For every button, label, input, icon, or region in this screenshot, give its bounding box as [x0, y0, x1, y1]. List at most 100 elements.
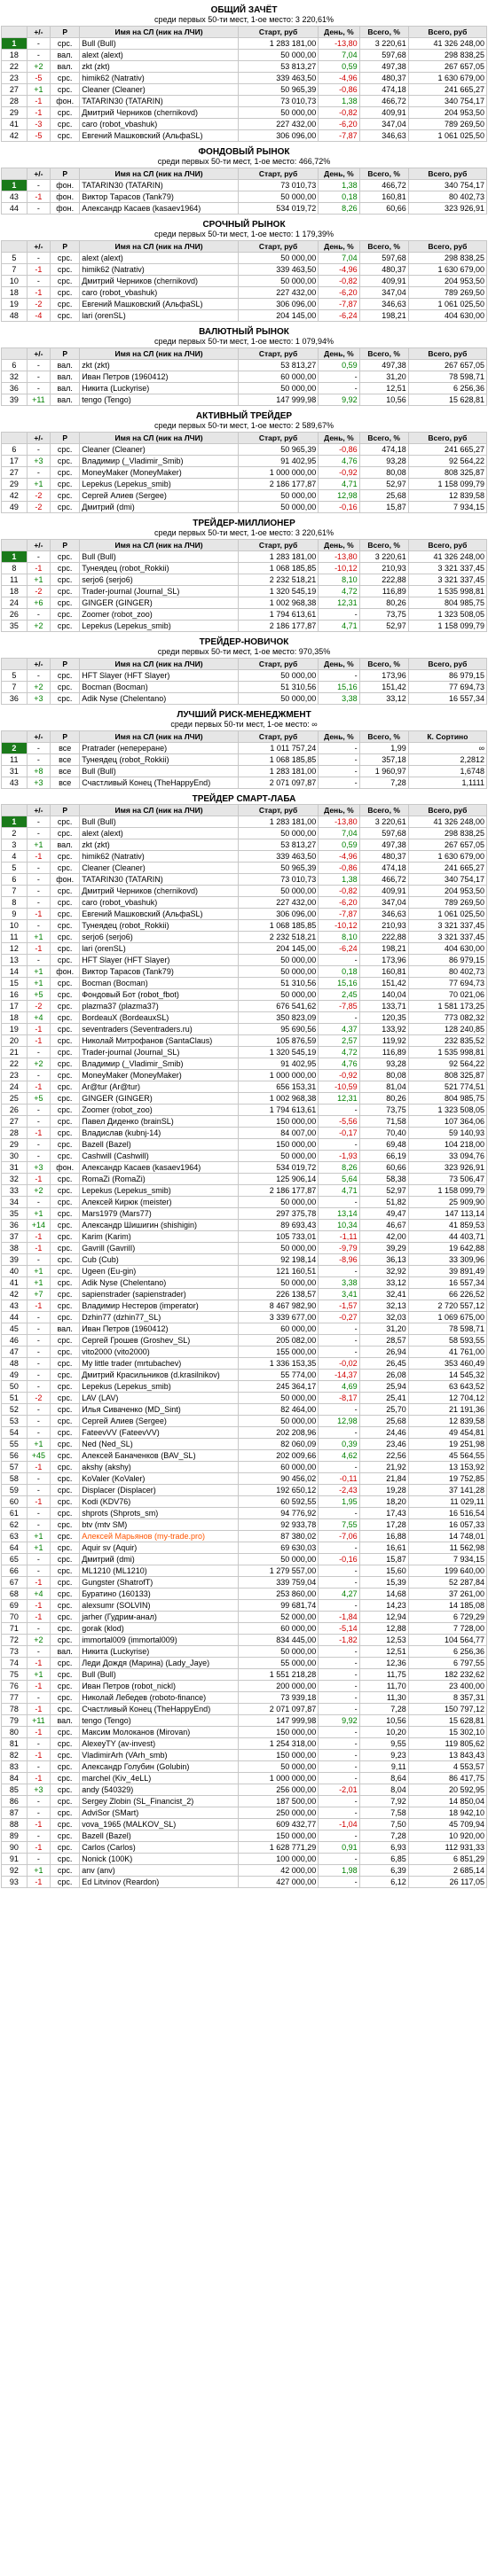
day-cell: - [318, 742, 360, 754]
day-cell: -7,87 [318, 298, 360, 310]
start-cell: 8 467 982,90 [237, 1300, 319, 1312]
change-cell: +45 [26, 1449, 51, 1462]
day-cell: - [318, 1461, 360, 1473]
section-subtitle: среди первых 50-ти мест, 1-ое место: 3 2… [154, 15, 334, 24]
start-cell: 51 310,56 [237, 681, 319, 693]
day-cell: -7,85 [318, 1000, 360, 1012]
total-pct-cell: 474,18 [358, 443, 409, 456]
total-rub-cell: 1 158 099,79 [407, 620, 488, 632]
change-cell: - [26, 37, 51, 50]
total-rub-cell: 789 269,50 [407, 286, 488, 299]
name-cell: alext (alext) [79, 49, 239, 61]
total-pct-cell: 60,66 [358, 202, 409, 215]
rank-cell: 31 [1, 765, 28, 777]
total-pct-cell: 3 220,61 [358, 816, 409, 828]
start-cell: 1 011 757,24 [237, 742, 319, 754]
total-pct-cell: 597,68 [358, 252, 409, 264]
name-cell: Дмитрий Черников (chernikovd) [79, 106, 239, 119]
table-row: 56 +45 срс. Алексей Баначенков (BAV_SL) 202 … [1, 1449, 488, 1462]
start-cell: 306 096,00 [237, 908, 319, 920]
change-cell: +1 [26, 1530, 51, 1542]
change-cell: - [26, 359, 51, 371]
name-cell: TATARIN30 (TATARIN) [79, 95, 239, 107]
total-pct-cell: 52,97 [358, 478, 409, 490]
total-pct-cell: 347,04 [358, 896, 409, 909]
total-rub-cell: 10 920,00 [407, 1830, 488, 1842]
table-row: 23- срс. MoneyMaker (MoneyMaker) 1 000 000,… [1, 1069, 488, 1081]
rank-cell: 76 [1, 1680, 28, 1692]
name-cell: Владимир (_Vladimir_Smib) [79, 455, 239, 467]
ranking-section: ВАЛЮТНЫЙ РЫНОК среди первых 50-ти мест, 1… [0, 327, 488, 406]
table-row: 17 +3 срс. Владимир (_Vladimir_Smib) 91 402,… [1, 455, 488, 467]
rank-cell: 85 [1, 1784, 28, 1796]
total-pct-cell: 33,12 [358, 692, 409, 705]
table-row: 48 -4 срс. lari (orenSL) 204 145,00 -6,24 198,… [1, 309, 488, 322]
table-row: 18- вал. alext (alext) 50 000,00 7,04 597,68 2… [1, 49, 488, 61]
rank-cell: 92 [1, 1864, 28, 1877]
start-cell: 1 551 218,28 [237, 1668, 319, 1681]
start-cell: 73 939,18 [237, 1691, 319, 1704]
start-cell: 87 380,02 [237, 1530, 319, 1542]
name-cell: Trader-journal (Journal_SL) [79, 585, 239, 597]
name-cell: Ugeen (Eu-gin) [79, 1265, 239, 1277]
total-rub-cell: 112 931,33 [407, 1841, 488, 1854]
day-cell: -1,11 [318, 1230, 360, 1243]
total-rub-cell: 1 323 508,05 [407, 608, 488, 621]
change-cell: - [26, 1380, 51, 1393]
total-pct-cell: 10,56 [358, 394, 409, 406]
table-row: 34- срс. Алексей Кирюк (meister) 50 000,00-… [1, 1196, 488, 1208]
market-cell: срс. [50, 1346, 81, 1358]
name-cell: Тунеядец (robot_Rokkii) [79, 562, 239, 574]
total-pct-cell: 151,42 [358, 681, 409, 693]
name-cell: Владимир Нестеров (imperator) [79, 1300, 239, 1312]
day-cell: - [318, 1565, 360, 1577]
market-cell: срс. [50, 1081, 81, 1093]
total-pct-cell: 222,88 [358, 574, 409, 586]
day-cell: 12,31 [318, 597, 360, 609]
total-rub-cell: 323 926,91 [407, 202, 488, 215]
rank-cell: 79 [1, 1714, 28, 1727]
column-header: Всего, % [358, 539, 409, 551]
table-row: 33 +2 срс. Lepekus (Lepekus_smib) 2 186 177,… [1, 1184, 488, 1197]
total-pct-cell: 12,94 [358, 1611, 409, 1623]
change-cell: - [26, 608, 51, 621]
change-cell: +6 [26, 597, 51, 609]
start-cell: 245 364,17 [237, 1380, 319, 1393]
name-cell: sapienstrader (sapienstrader) [79, 1288, 239, 1300]
section-subtitle: среди первых 50-ти мест, 1-ое место: 3 2… [154, 528, 334, 537]
market-cell: срс. [50, 1576, 81, 1589]
rank-cell: 17 [1, 1000, 28, 1012]
market-cell: срс. [50, 1807, 81, 1819]
market-cell: срс. [50, 1034, 81, 1047]
start-cell: 205 082,00 [237, 1334, 319, 1347]
market-cell: срс. [50, 263, 81, 276]
change-cell: - [26, 1115, 51, 1128]
column-header [1, 347, 28, 360]
column-header: Старт, руб [237, 432, 319, 444]
name-cell: Lepekus (Lepekus_smib) [79, 478, 239, 490]
market-cell: фон. [50, 873, 81, 886]
total-rub-cell: 41 326 248,00 [407, 816, 488, 828]
table-row: 36- вал. Никита (Luckyrise) 50 000,00-12,51… [1, 382, 488, 394]
name-cell: Cleaner (Cleaner) [79, 443, 239, 456]
table-row: 10- срс. Дмитрий Черников (chernikovd) 50 0… [1, 275, 488, 287]
name-cell: MoneyMaker (MoneyMaker) [79, 1069, 239, 1081]
market-cell: срс. [50, 443, 81, 456]
change-cell: - [26, 1795, 51, 1807]
market-cell: срс. [50, 919, 81, 932]
name-cell: VladimirArh (VArh_smb) [79, 1749, 239, 1761]
header-row: +/- P Имя на СЛ (ник на ЛЧИ) Старт, руб День… [1, 240, 488, 253]
name-cell: serjo6 (serjo6) [79, 574, 239, 586]
column-header: P [50, 658, 81, 670]
name-cell: Pratrader (непереране) [79, 742, 239, 754]
ranking-table: +/- P Имя на СЛ (ник на ЛЧИ) Старт, руб День… [1, 730, 488, 789]
start-cell: 339 759,04 [237, 1576, 319, 1589]
rank-cell: 10 [1, 275, 28, 287]
change-cell: - [26, 919, 51, 932]
section-title: ВАЛЮТНЫЙ РЫНОК [199, 327, 289, 337]
total-pct-cell: 80,08 [358, 1069, 409, 1081]
start-cell: 350 823,09 [237, 1011, 319, 1024]
change-cell: +3 [26, 455, 51, 467]
total-rub-cell: 1 061 025,50 [407, 298, 488, 310]
table-row: 29 +1 срс. Lepekus (Lepekus_smib) 2 186 177,… [1, 478, 488, 490]
